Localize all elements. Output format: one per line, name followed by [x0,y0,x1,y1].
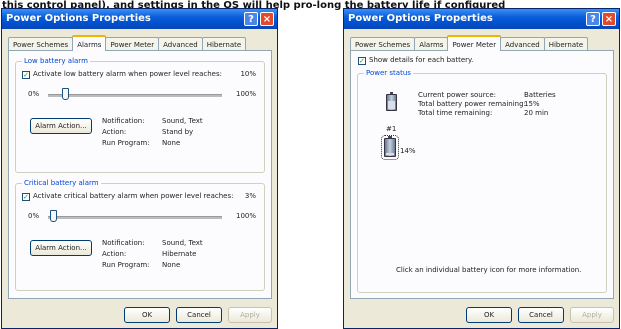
tab-strip: Power Schemes Alarms Power Meter Advance… [350,35,589,51]
run-program-label: Run Program: [102,139,150,147]
group-label: Critical battery alarm [22,178,101,188]
battery-number: #1 [386,125,397,133]
help-button[interactable]: ? [244,12,258,26]
title-bar[interactable]: Power Options Properties ? × [2,9,277,29]
critical-alarm-percent: 3% [244,192,256,200]
power-options-window-alarms: Power Options Properties ? × Power Schem… [1,8,278,329]
group-label: Power status [364,68,413,78]
low-alarm-percent: 10% [240,70,256,78]
low-battery-alarm-group: Low battery alarm ✓ Activate low battery… [15,56,265,173]
low-alarm-checkbox[interactable]: ✓ [22,71,30,79]
current-source-value: Batteries [524,91,556,99]
tab-power-meter[interactable]: Power Meter [105,37,160,51]
tab-strip: Power Schemes Alarms Power Meter Advance… [8,35,247,51]
slider-min-label: 0% [28,212,40,220]
title-bar[interactable]: Power Options Properties ? × [344,9,619,29]
slider-min-label: 0% [28,90,40,98]
close-button[interactable]: × [260,12,274,26]
tab-hibernate[interactable]: Hibernate [543,37,589,51]
battery-1-percent: 14% [400,147,416,155]
time-remaining-value: 20 min [524,109,549,117]
tab-alarms[interactable]: Alarms [414,37,449,51]
remaining-label: Total battery power remaining: [418,100,526,108]
battery-1-fill [386,152,394,155]
tab-alarms[interactable]: Alarms [72,35,107,51]
notification-value: Sound, Text [162,117,203,125]
critical-alarm-slider-thumb[interactable] [50,210,58,222]
low-alarm-slider-thumb[interactable] [62,88,70,100]
current-source-label: Current power source: [418,91,496,99]
tab-advanced[interactable]: Advanced [158,37,203,51]
low-alarm-slider-track[interactable] [48,94,222,97]
time-remaining-label: Total time remaining: [418,109,493,117]
remaining-value: 15% [524,100,540,108]
ok-button[interactable]: OK [466,307,512,323]
cancel-button[interactable]: Cancel [518,307,564,323]
critical-battery-alarm-group: Critical battery alarm ✓ Activate critic… [15,178,265,291]
apply-button[interactable]: Apply [570,307,614,323]
battery-1-icon[interactable] [381,135,399,160]
tab-panel: ✓ Show details for each battery. Power s… [350,50,614,299]
action-value: Stand by [162,128,194,136]
battery-status-icon [386,92,397,111]
notification-label: Notification: [102,239,145,247]
action-value: Hibernate [162,250,197,258]
run-program-value: None [162,261,181,269]
group-label: Low battery alarm [22,56,90,66]
action-label: Action: [102,250,127,258]
notification-label: Notification: [102,117,145,125]
slider-max-label: 100% [235,90,256,98]
critical-alarm-slider-track[interactable] [48,216,222,219]
power-options-window-power-meter: Power Options Properties ? × Power Schem… [343,8,620,329]
show-details-label[interactable]: Show details for each battery. [369,56,473,65]
tab-power-schemes[interactable]: Power Schemes [350,37,416,51]
run-program-label: Run Program: [102,261,150,269]
tab-hibernate[interactable]: Hibernate [201,37,247,51]
low-alarm-checkbox-label[interactable]: Activate low battery alarm when power le… [33,70,222,79]
power-status-group: Power status Current power source: Batte… [357,68,607,293]
ok-button[interactable]: OK [124,307,170,323]
notification-value: Sound, Text [162,239,203,247]
apply-button[interactable]: Apply [228,307,272,323]
close-button[interactable]: × [602,12,616,26]
battery-fill [388,101,395,109]
critical-alarm-checkbox-label[interactable]: Activate critical battery alarm when pow… [33,192,233,201]
alarm-action-button[interactable]: Alarm Action... [30,118,92,134]
window-title: Power Options Properties [6,13,151,24]
help-button[interactable]: ? [586,12,600,26]
action-label: Action: [102,128,127,136]
alarm-action-button[interactable]: Alarm Action... [30,240,92,256]
tab-power-meter[interactable]: Power Meter [447,35,502,51]
battery-hint-text: Click an individual battery icon for mor… [396,266,582,274]
window-title: Power Options Properties [348,13,493,24]
cancel-button[interactable]: Cancel [176,307,222,323]
tab-panel: Low battery alarm ✓ Activate low battery… [8,50,272,299]
show-details-checkbox[interactable]: ✓ [358,57,366,65]
run-program-value: None [162,139,181,147]
tab-power-schemes[interactable]: Power Schemes [8,37,74,51]
critical-alarm-checkbox[interactable]: ✓ [22,193,30,201]
slider-max-label: 100% [235,212,256,220]
tab-advanced[interactable]: Advanced [500,37,545,51]
